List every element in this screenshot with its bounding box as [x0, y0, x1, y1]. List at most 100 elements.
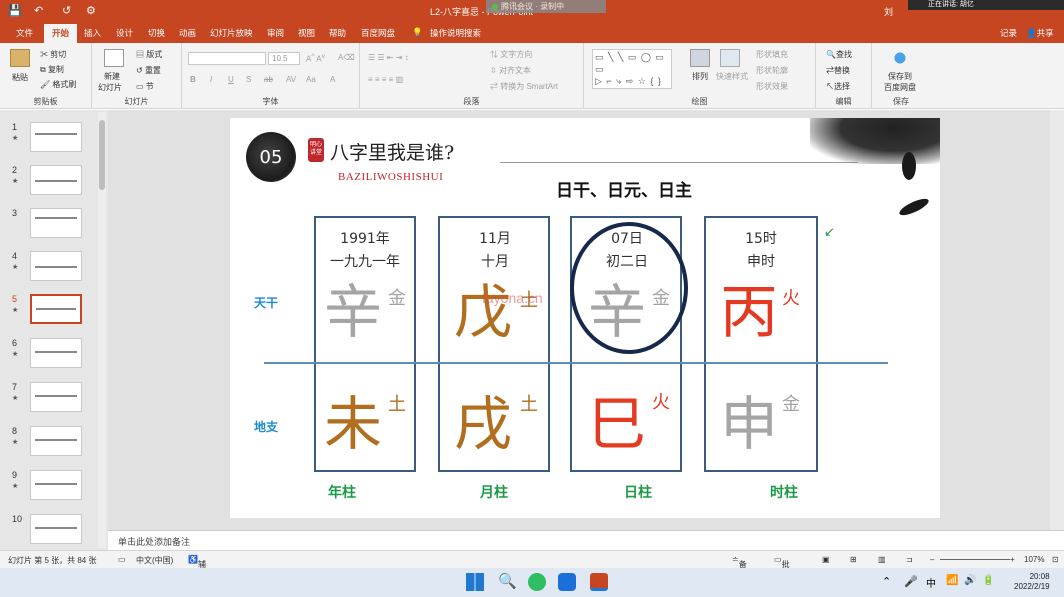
- thumbnail-slide-3[interactable]: [30, 208, 82, 238]
- clear-format-button[interactable]: A⌫: [338, 53, 355, 62]
- new-slide-button[interactable]: 新建: [104, 71, 120, 82]
- tencent-meeting-icon[interactable]: [558, 573, 576, 591]
- slide-title[interactable]: 八字里我是谁?: [330, 138, 454, 165]
- baidu-cloud-icon[interactable]: [890, 49, 910, 67]
- fit-window-icon[interactable]: ⊡: [1052, 555, 1059, 564]
- tab-slideshow[interactable]: 幻灯片放映: [210, 27, 253, 39]
- editor-scrollbar[interactable]: [1050, 110, 1064, 530]
- new-slide-icon[interactable]: [104, 49, 124, 67]
- accessibility-status[interactable]: ♿ 辅助功能: 调查: [188, 555, 208, 597]
- spellcheck-icon[interactable]: ▭: [118, 555, 126, 564]
- bold-button[interactable]: B: [190, 75, 196, 84]
- shape-fill-button[interactable]: 形状填充: [756, 49, 788, 60]
- new-slide-button-line2[interactable]: 幻灯片: [98, 82, 122, 93]
- tab-insert[interactable]: 插入: [84, 27, 101, 39]
- normal-view-icon[interactable]: ▣: [822, 555, 830, 564]
- tab-view[interactable]: 视图: [298, 27, 315, 39]
- find-button[interactable]: 🔍查找: [826, 49, 852, 60]
- powerpoint-taskbar-icon[interactable]: [590, 573, 608, 591]
- font-family-select[interactable]: [188, 52, 266, 65]
- baidu-netdisk-button[interactable]: 百度网盘: [884, 82, 916, 93]
- thumbnail-scrollbar[interactable]: [98, 112, 106, 548]
- thumbnail-slide-1[interactable]: [30, 122, 82, 152]
- zoom-out-button[interactable]: –: [930, 555, 934, 564]
- shadow-button[interactable]: S: [246, 75, 251, 84]
- notes-button[interactable]: ≐ 备注: [732, 555, 747, 580]
- align-text-button[interactable]: ⇳ 对齐文本: [490, 65, 531, 76]
- select-button[interactable]: ↖选择: [826, 81, 850, 92]
- quick-styles-icon[interactable]: [720, 49, 740, 67]
- copy-button[interactable]: ⧉ 复制: [40, 64, 64, 75]
- section-button[interactable]: ▭ 节: [136, 81, 154, 92]
- text-direction-button[interactable]: ⇅ 文字方向: [490, 49, 532, 60]
- redo-icon[interactable]: ↺: [62, 4, 71, 18]
- search-icon[interactable]: 🔍: [498, 573, 517, 591]
- bullets-button[interactable]: ☰ ☰ ⇤ ⇥ ↕: [368, 53, 409, 62]
- font-size-select[interactable]: 10.5: [268, 52, 300, 65]
- zoom-in-button[interactable]: +: [1010, 555, 1015, 564]
- wifi-icon[interactable]: 📶: [946, 575, 958, 586]
- align-buttons[interactable]: ≡ ≡ ≡ ≡ ▥: [368, 75, 403, 84]
- save-icon[interactable]: 💾: [8, 4, 22, 18]
- customize-qat-icon[interactable]: ⚙: [86, 4, 96, 18]
- tab-review[interactable]: 审阅: [267, 27, 284, 39]
- undo-icon[interactable]: ↶: [34, 4, 43, 18]
- thumbnail-slide-10[interactable]: [30, 514, 82, 544]
- thumbnail-slide-9[interactable]: [30, 470, 82, 500]
- reading-view-icon[interactable]: ▥: [878, 555, 886, 564]
- paste-button[interactable]: 粘贴: [12, 72, 28, 83]
- comments-button[interactable]: ▭ 批注: [774, 555, 790, 580]
- ime-indicator[interactable]: 中: [926, 575, 936, 590]
- save-to-button[interactable]: 保存到: [888, 71, 912, 82]
- notes-pane[interactable]: 单击此处添加备注: [108, 530, 1064, 550]
- thumbnail-slide-6[interactable]: [30, 338, 82, 368]
- zoom-slider[interactable]: [940, 559, 1010, 560]
- slide-heading[interactable]: 日干、日元、日主: [556, 176, 692, 201]
- thumbnail-slide-4[interactable]: [30, 251, 82, 281]
- thumbnail-slide-7[interactable]: [30, 382, 82, 412]
- shape-effects-button[interactable]: 形状效果: [756, 81, 788, 92]
- case-button[interactable]: Aa: [306, 75, 316, 84]
- format-painter-button[interactable]: 🖌 格式刷: [40, 79, 76, 90]
- tab-transitions[interactable]: 切换: [148, 27, 165, 39]
- tab-baidu[interactable]: 百度网盘: [361, 27, 395, 39]
- shapes-gallery[interactable]: ▭ ╲ ╲ ▭ ◯ ▭ ▭ ▷ ⌐ ⤷ ⇨ ☆ { }: [592, 49, 672, 89]
- tab-file[interactable]: 文件: [16, 27, 33, 39]
- spacing-button[interactable]: AV: [286, 75, 296, 84]
- arrange-button[interactable]: 排列: [692, 71, 708, 82]
- tab-home[interactable]: 开始: [44, 24, 78, 43]
- system-clock[interactable]: 20:08 2022/2/19: [1014, 572, 1050, 592]
- slideshow-view-icon[interactable]: ⊐: [906, 555, 913, 564]
- tab-animations[interactable]: 动画: [179, 27, 196, 39]
- battery-icon[interactable]: 🔋: [982, 575, 994, 586]
- tell-me-search[interactable]: 操作说明搜索: [430, 27, 481, 39]
- font-grow-button[interactable]: A^ Av: [306, 53, 325, 64]
- layout-button[interactable]: ▤ 版式: [136, 49, 162, 60]
- italic-button[interactable]: I: [210, 75, 212, 84]
- meeting-overlay[interactable]: 腾讯会议 · 录制中: [486, 0, 606, 13]
- smartart-button[interactable]: ⇄ 转换为 SmartArt: [490, 81, 558, 92]
- quick-styles-button[interactable]: 快速样式: [716, 71, 748, 82]
- language-indicator[interactable]: 中文(中国): [136, 555, 173, 566]
- strike-button[interactable]: ab: [264, 75, 273, 84]
- tray-expand-icon[interactable]: ⌃: [882, 575, 891, 588]
- replace-button[interactable]: ⇄替换: [826, 65, 850, 76]
- slide-canvas[interactable]: 05 明心讲堂 八字里我是谁? BAZILIWOSHISHUI 日干、日元、日主…: [230, 118, 940, 518]
- windows-start-icon[interactable]: [466, 573, 484, 591]
- font-color-button[interactable]: A: [330, 75, 335, 84]
- slide-subtitle[interactable]: BAZILIWOSHISHUI: [338, 171, 443, 183]
- microphone-icon[interactable]: 🎤: [904, 575, 918, 588]
- paste-icon[interactable]: [10, 49, 30, 67]
- record-button[interactable]: 记录: [1000, 27, 1017, 39]
- sorter-view-icon[interactable]: ⊞: [850, 555, 857, 564]
- share-button[interactable]: 👤共享: [1026, 27, 1054, 39]
- wechat-icon[interactable]: [528, 573, 546, 591]
- thumbnail-slide-8[interactable]: [30, 426, 82, 456]
- thumbnail-slide-5[interactable]: [30, 294, 82, 324]
- arrange-icon[interactable]: [690, 49, 710, 67]
- underline-button[interactable]: U: [228, 75, 234, 84]
- zoom-level[interactable]: 107%: [1024, 555, 1044, 564]
- tab-help[interactable]: 帮助: [329, 27, 346, 39]
- thumbnail-slide-2[interactable]: [30, 165, 82, 195]
- reset-button[interactable]: ↺ 重置: [136, 65, 161, 76]
